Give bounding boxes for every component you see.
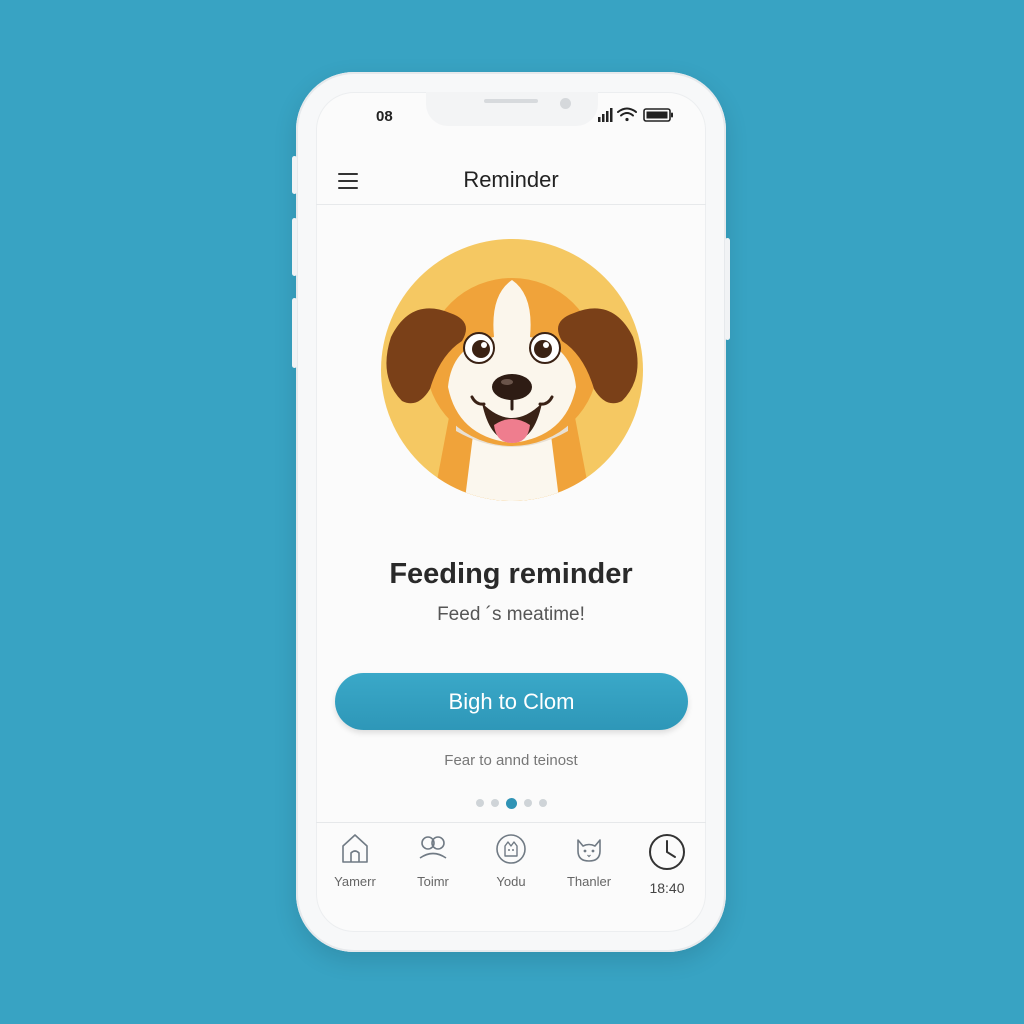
tab-pet[interactable]: Yodu (474, 832, 548, 922)
front-camera (560, 98, 571, 109)
volume-down-button (292, 298, 297, 368)
header-divider (316, 204, 706, 205)
page-dot[interactable] (475, 799, 484, 807)
app-screen: 08 Reminder Feeding reminder Feed ´s mea… (316, 92, 706, 932)
silent-switch (292, 156, 297, 194)
tab-home[interactable]: Yamerr (318, 832, 392, 922)
dog-nose (492, 374, 532, 400)
tab-bar: Yamerr Toimr Yodu Thanler 18:40 (316, 832, 706, 922)
tab-label: Thanler (566, 874, 612, 889)
page-dot[interactable] (490, 799, 499, 807)
battery-icon (643, 108, 673, 122)
tab-clock[interactable]: 18:40 (630, 832, 704, 922)
headline: Feeding reminder (389, 558, 633, 590)
tab-label: Yodu (496, 874, 526, 889)
page-dot-active[interactable] (505, 797, 517, 809)
primary-action-button[interactable]: Bigh to Clom (335, 673, 688, 730)
menu-icon[interactable] (338, 173, 358, 189)
pet-icon (496, 834, 526, 864)
volume-up-button (292, 218, 297, 276)
notch (426, 92, 598, 126)
tab-label: Toimr (417, 874, 449, 889)
page-dot[interactable] (538, 799, 547, 807)
tab-people[interactable]: Toimr (396, 832, 470, 922)
house-icon (342, 834, 368, 863)
dog-illustration (381, 239, 643, 501)
tab-label: 18:40 (649, 880, 685, 896)
people-icon (419, 836, 447, 859)
page-dot[interactable] (523, 799, 532, 807)
tab-cat[interactable]: Thanler (552, 832, 626, 922)
app-header: Reminder (316, 167, 706, 205)
page-indicator (316, 796, 706, 810)
clock-icon (649, 834, 685, 870)
page-title: Reminder (463, 167, 559, 192)
tab-label: Yamerr (334, 874, 376, 889)
secondary-link[interactable]: Fear to annd teinost (316, 752, 706, 769)
wifi-icon (617, 107, 637, 122)
cat-icon (577, 839, 601, 862)
speaker-grille (484, 99, 538, 103)
phone-frame: 08 Reminder Feeding reminder Feed ´s mea… (292, 72, 730, 952)
tabbar-divider (316, 822, 706, 823)
status-icons (598, 107, 673, 122)
subline: Feed ´s meatime! (437, 604, 585, 625)
power-button (725, 238, 730, 340)
signal-icon (598, 108, 613, 122)
status-time: 08 (376, 108, 393, 125)
